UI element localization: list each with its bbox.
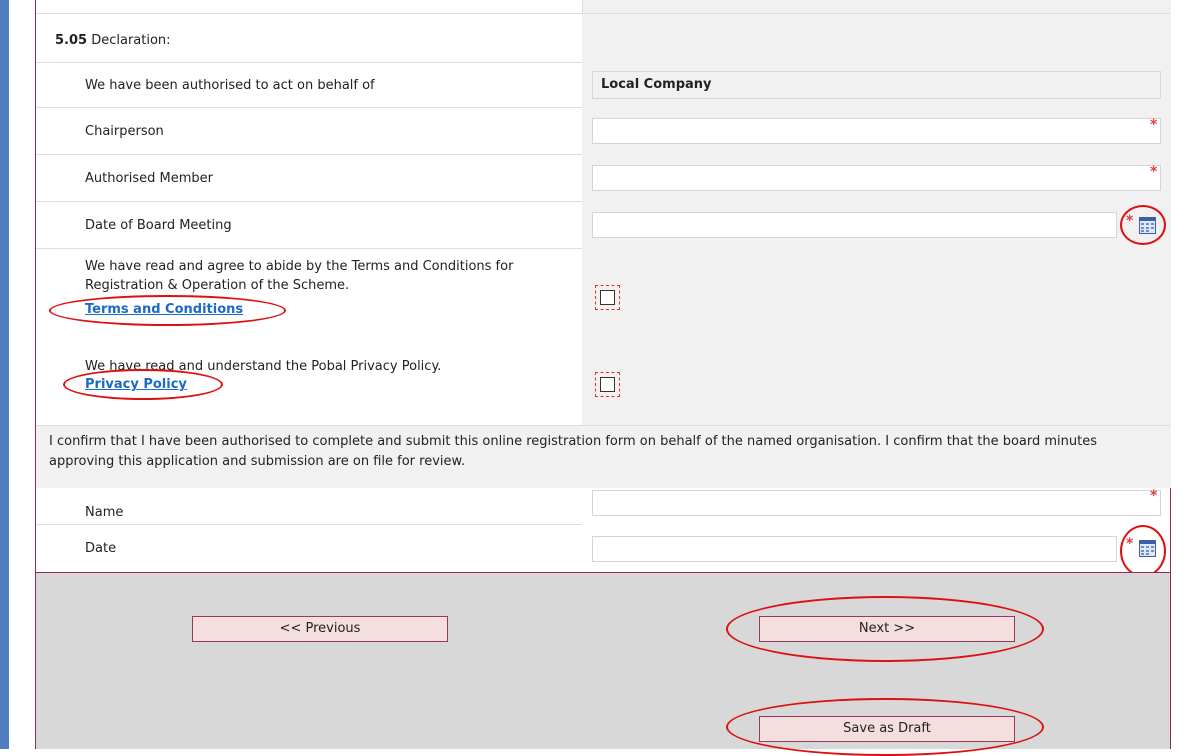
privacy-link-wrapper: Privacy Policy — [85, 375, 187, 394]
terms-text: We have read and agree to abide by the T… — [85, 259, 514, 293]
terms-row: We have read and agree to abide by the T… — [36, 249, 582, 339]
privacy-link[interactable]: Privacy Policy — [85, 377, 187, 392]
confirmation-row: I confirm that I have been authorised to… — [36, 425, 1170, 488]
privacy-text: We have read and understand the Pobal Pr… — [85, 359, 442, 374]
terms-link[interactable]: Terms and Conditions — [85, 302, 243, 317]
next-button[interactable]: Next >> — [759, 616, 1015, 642]
date-required-marker: * — [1126, 536, 1134, 552]
chairperson-row: Chairperson — [36, 108, 582, 155]
behalf-value: Local Company — [592, 71, 1161, 99]
behalf-label: We have been authorised to act on behalf… — [85, 78, 375, 93]
chairperson-required-marker: * — [1150, 117, 1158, 133]
chairperson-input[interactable] — [592, 118, 1161, 144]
date-input[interactable] — [592, 536, 1117, 562]
left-border-stripe — [0, 0, 9, 749]
previous-button[interactable]: << Previous — [192, 616, 448, 642]
name-input[interactable] — [592, 490, 1161, 516]
board-meeting-row: Date of Board Meeting — [36, 202, 582, 249]
section-row — [36, 14, 582, 63]
board-meeting-label: Date of Board Meeting — [85, 218, 232, 233]
behalf-row: We have been authorised to act on behalf… — [36, 63, 582, 108]
authorised-member-row: Authorised Member — [36, 155, 582, 202]
authorised-member-input[interactable] — [592, 165, 1161, 191]
save-draft-button[interactable]: Save as Draft — [759, 716, 1015, 742]
chairperson-label: Chairperson — [85, 124, 164, 139]
date-row: Date — [36, 525, 582, 572]
privacy-checkbox[interactable] — [595, 372, 620, 397]
calendar-icon[interactable] — [1139, 540, 1156, 557]
declaration-form: 5.05 Declaration: We have been authorise… — [35, 0, 1171, 756]
name-row: Name — [36, 488, 582, 525]
form-footer: << Previous Next >> Save as Draft — [36, 572, 1170, 756]
calendar-icon[interactable] — [1139, 217, 1156, 234]
authorised-member-required-marker: * — [1150, 164, 1158, 180]
date-label: Date — [85, 541, 117, 556]
terms-link-wrapper: Terms and Conditions — [85, 300, 243, 319]
confirmation-text: I confirm that I have been authorised to… — [49, 434, 1098, 469]
authorised-member-label: Authorised Member — [85, 171, 214, 186]
board-meeting-required-marker: * — [1126, 213, 1134, 229]
board-meeting-date-input[interactable] — [592, 212, 1117, 238]
privacy-row: We have read and understand the Pobal Pr… — [36, 339, 582, 425]
terms-checkbox[interactable] — [595, 285, 620, 310]
name-required-marker: * — [1150, 488, 1158, 504]
name-label: Name — [85, 505, 124, 520]
top-strip — [36, 0, 1170, 14]
